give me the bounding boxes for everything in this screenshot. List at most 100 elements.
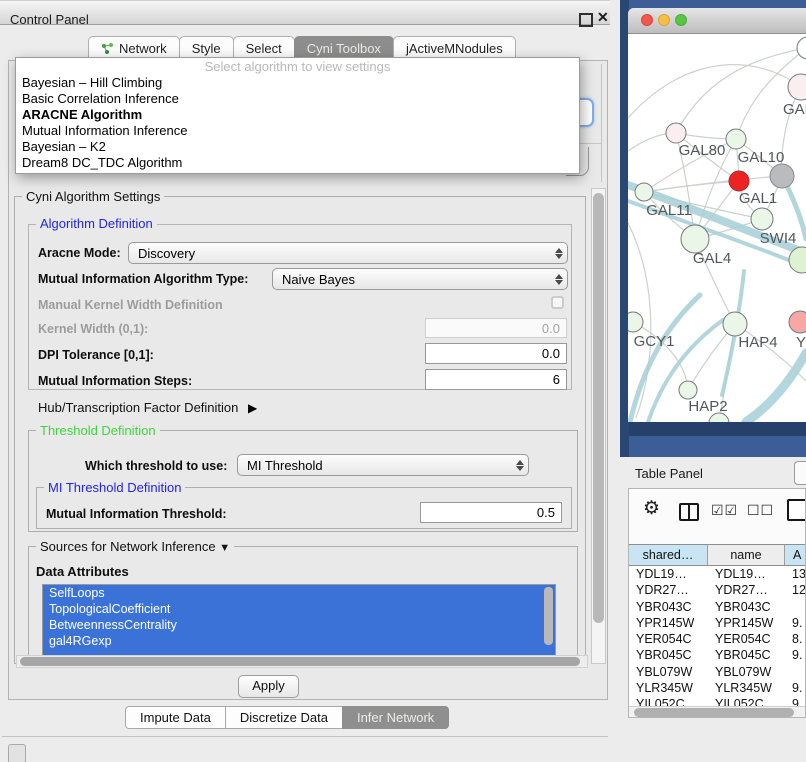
minimize-traffic-light-icon[interactable] <box>658 14 670 26</box>
column-header-clipped[interactable]: A <box>785 545 806 565</box>
network-view-window: GALGAL80GAL10GAL1GAL11SWI4GAL4GCY1HAP4YH… <box>628 8 806 422</box>
network-node[interactable] <box>797 37 806 59</box>
table-cell: 8. <box>785 631 806 647</box>
table-row[interactable]: YBR045CYBR045C9. <box>629 647 806 663</box>
panel-bottom-edge <box>2 736 608 737</box>
table-row[interactable]: YER054CYER054C8. <box>629 631 806 647</box>
table-cell: YDR27… <box>629 582 708 598</box>
network-node-label: GAL <box>783 101 806 118</box>
tab-discretize-data[interactable]: Discretize Data <box>225 706 343 729</box>
expand-arrow-icon: ▶ <box>248 401 257 415</box>
network-nodes: GALGAL80GAL10GAL1GAL11SWI4GAL4GCY1HAP4YH… <box>628 37 806 422</box>
network-node[interactable] <box>628 312 643 332</box>
scrollbar-thumb[interactable] <box>20 657 580 666</box>
data-attributes-list[interactable]: SelfLoops TopologicalCoefficient Between… <box>42 584 556 657</box>
zoom-traffic-light-icon[interactable] <box>675 14 687 26</box>
network-node[interactable] <box>770 164 794 188</box>
mi-algorithm-type-select[interactable]: Naive Bayes <box>272 268 568 290</box>
dropdown-item[interactable]: Mutual Information Inference <box>16 123 579 139</box>
network-node[interactable] <box>635 183 653 201</box>
network-node[interactable] <box>681 225 709 253</box>
table-cell: 9. <box>785 647 806 663</box>
algorithm-dropdown-popup: Select algorithm to view settings Bayesi… <box>15 57 580 174</box>
table-horizontal-scrollbar[interactable] <box>629 706 806 718</box>
dpi-tolerance-field[interactable]: 0.0 <box>425 343 567 364</box>
network-node[interactable] <box>788 74 806 100</box>
float-window-icon[interactable] <box>579 13 593 27</box>
threshold-definition-title: Threshold Definition <box>36 424 160 437</box>
network-window-titlebar[interactable] <box>628 8 806 34</box>
covered-groupbox-edge <box>601 64 602 182</box>
attribute-item-selected[interactable]: gal4RGexp <box>43 633 555 649</box>
tab-label: Select <box>246 41 282 56</box>
network-node-label: SWI4 <box>760 230 797 247</box>
network-node[interactable] <box>751 208 773 230</box>
network-node[interactable] <box>679 381 697 399</box>
column-header-name[interactable]: name <box>708 545 785 565</box>
tab-infer-network[interactable]: Infer Network <box>342 706 449 729</box>
list-scrollbar[interactable] <box>544 587 553 645</box>
network-node[interactable] <box>789 311 806 333</box>
dropdown-item[interactable]: Bayesian – Hill Climbing <box>16 75 579 91</box>
which-threshold-select[interactable]: MI Threshold <box>237 454 529 476</box>
table-body[interactable]: YDL19…YDL19…13YDR27…YDR27…12YBR043CYBR04… <box>629 566 806 706</box>
manual-kernel-width-checkbox[interactable] <box>551 296 564 309</box>
network-node-label: GAL1 <box>739 190 777 207</box>
manual-kernel-width-label: Manual Kernel Width Definition <box>38 298 223 312</box>
table-cell: YIL052C <box>708 696 785 706</box>
mi-steps-field[interactable]: 6 <box>425 369 567 390</box>
hub-section-toggle[interactable]: Hub/Transcription Factor Definition ▶ <box>38 400 257 415</box>
table-row[interactable]: YLR345WYLR345W9. <box>629 680 806 696</box>
close-icon[interactable]: ✕ <box>597 9 609 26</box>
table-cell: 9. <box>785 680 806 696</box>
network-canvas[interactable]: GALGAL80GAL10GAL1GAL11SWI4GAL4GCY1HAP4YH… <box>628 33 806 422</box>
settings-vertical-scrollbar[interactable] <box>591 188 606 664</box>
apply-button[interactable]: Apply <box>238 675 299 698</box>
sources-title-label: Sources for Network Inference <box>40 539 216 554</box>
kernel-width-field: 0.0 <box>425 318 567 338</box>
dropdown-item[interactable]: Bayesian – K2 <box>16 139 579 155</box>
scrollbar-thumb[interactable] <box>593 193 604 623</box>
table-row[interactable]: YBL079WYBL079W <box>629 664 806 680</box>
network-node[interactable] <box>726 129 746 149</box>
network-node-label: HAP2 <box>688 398 727 415</box>
mi-threshold-field[interactable]: 0.5 <box>420 502 562 523</box>
sources-group-title[interactable]: Sources for Network Inference ▼ <box>36 540 234 555</box>
settings-horizontal-scrollbar[interactable] <box>16 655 588 668</box>
attribute-item-selected[interactable]: SelfLoops <box>43 585 555 601</box>
tab-impute-data[interactable]: Impute Data <box>125 706 226 729</box>
network-node[interactable] <box>723 312 747 336</box>
attribute-item-selected[interactable]: BetweennessCentrality <box>43 617 555 633</box>
dropdown-item[interactable]: Basic Correlation Inference <box>16 91 579 107</box>
column-layout-icon[interactable] <box>679 503 699 521</box>
dropdown-item[interactable]: Dream8 DC_TDC Algorithm <box>16 155 579 171</box>
docked-panel-icon[interactable] <box>8 744 26 762</box>
table-cell: YDL19… <box>629 566 708 582</box>
control-panel-title: Control Panel <box>10 12 89 27</box>
document-icon[interactable] <box>787 499 806 521</box>
mi-algorithm-type-value: Naive Bayes <box>273 272 551 287</box>
network-node[interactable] <box>729 171 749 191</box>
table-cell: YER054C <box>708 631 785 647</box>
aracne-mode-select[interactable]: Discovery <box>128 242 568 264</box>
column-header-shared-name[interactable]: shared… <box>629 545 708 565</box>
close-traffic-light-icon[interactable] <box>641 14 653 26</box>
scrollbar-thumb[interactable] <box>634 708 794 717</box>
attribute-item-selected[interactable]: TopologicalCoefficient <box>43 601 555 617</box>
dpi-tolerance-label: DPI Tolerance [0,1]: <box>38 348 154 362</box>
table-cell: YBR043C <box>708 599 785 615</box>
deselect-checkboxes-icon[interactable]: ☐☐ <box>747 502 774 519</box>
table-panel-title: Table Panel <box>635 466 703 481</box>
tab-label: Network <box>119 41 167 56</box>
table-cell: YLR345W <box>629 680 708 696</box>
select-all-checkboxes-icon[interactable]: ☑☑ <box>711 502 738 519</box>
table-row[interactable]: YBR043CYBR043C <box>629 599 806 615</box>
table-panel-menu-button[interactable] <box>794 461 806 485</box>
dropdown-item-selected[interactable]: ARACNE Algorithm <box>16 107 579 123</box>
table-row[interactable]: YIL052CYIL052C9 <box>629 696 806 706</box>
table-row[interactable]: YDR27…YDR27…12 <box>629 582 806 598</box>
table-row[interactable]: YDL19…YDL19…13 <box>629 566 806 582</box>
table-row[interactable]: YPR145WYPR145W9. <box>629 615 806 631</box>
gear-icon[interactable]: ⚙ <box>643 499 660 518</box>
network-node[interactable] <box>666 123 686 143</box>
